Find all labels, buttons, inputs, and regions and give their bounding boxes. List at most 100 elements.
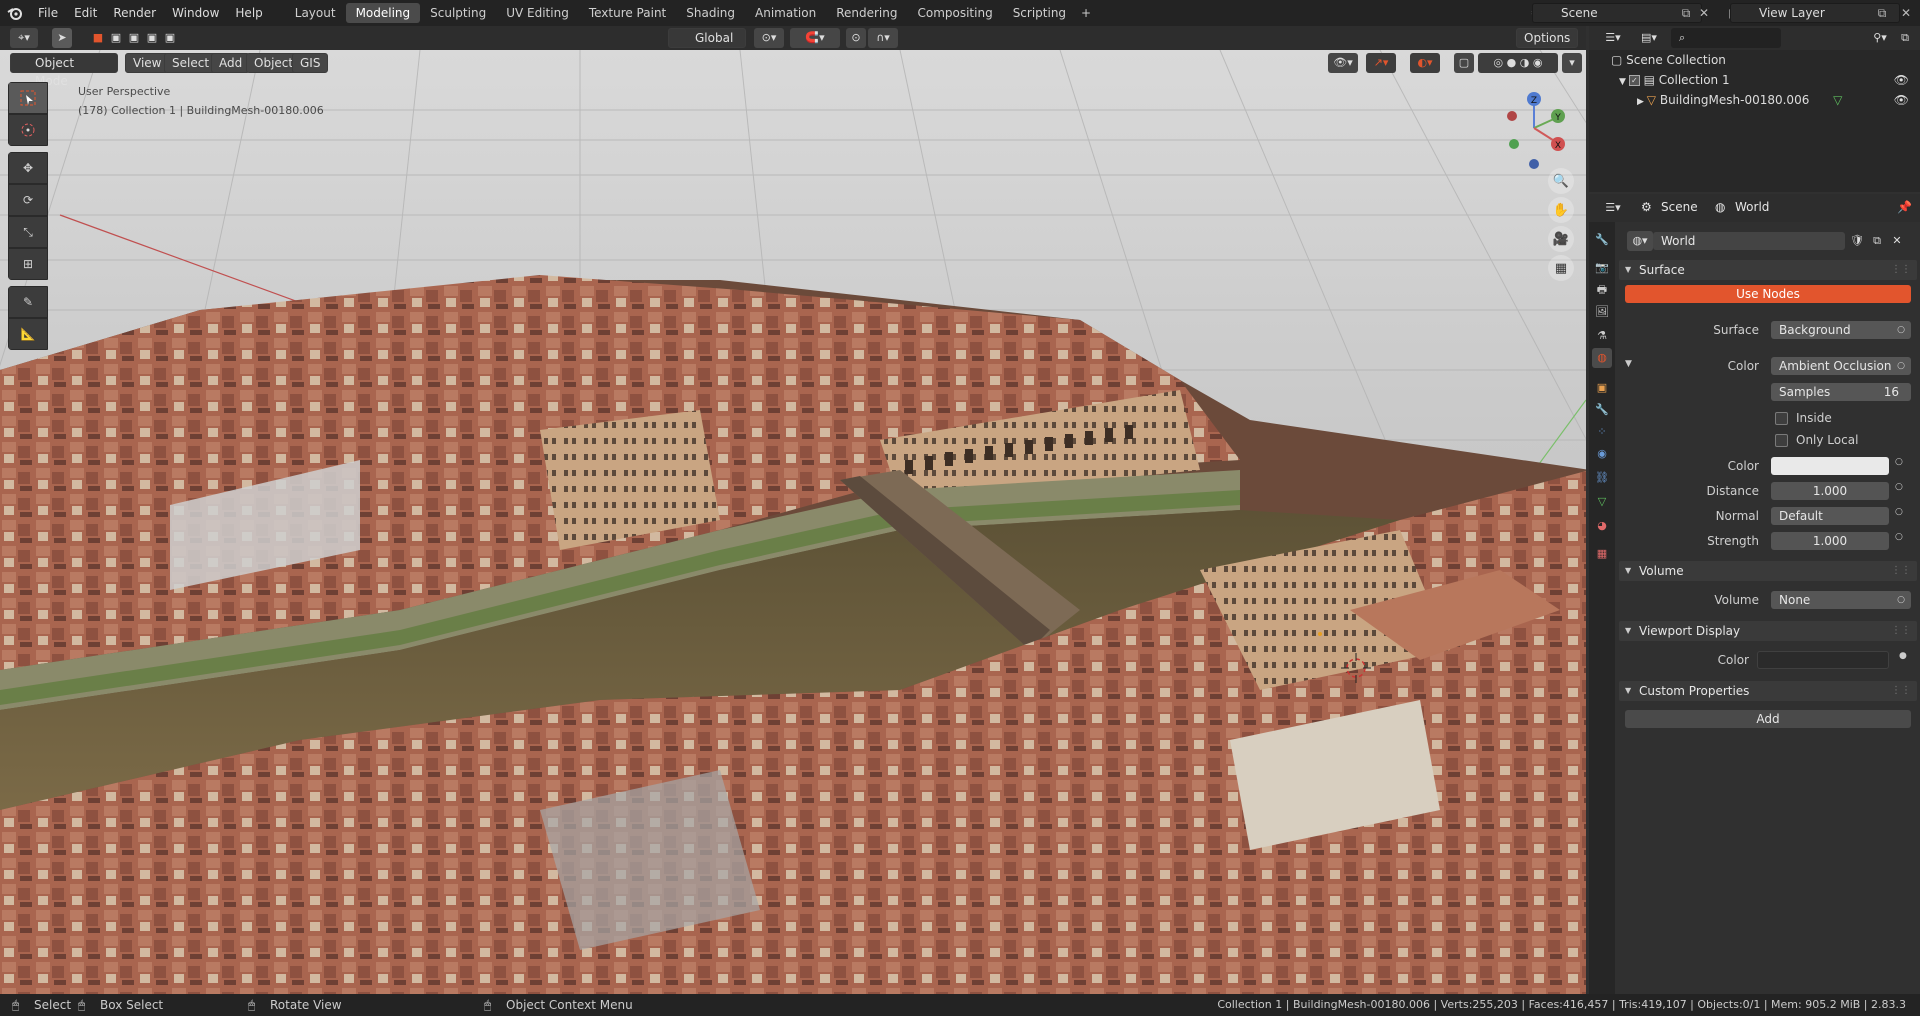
- tab-modifier-icon[interactable]: 🔧: [1592, 400, 1612, 420]
- menu-view[interactable]: View: [125, 53, 170, 73]
- distance-field[interactable]: 1.000: [1771, 482, 1889, 500]
- perspective-toggle-icon[interactable]: ▦: [1548, 255, 1574, 281]
- properties-editor-icon[interactable]: ☰▾: [1599, 198, 1627, 218]
- vd-color-dot-icon[interactable]: ●: [1899, 651, 1907, 661]
- tab-output-icon[interactable]: 🖶: [1592, 280, 1612, 300]
- scale-tool-icon[interactable]: ⤡: [8, 216, 48, 248]
- outliner-editor-icon[interactable]: ☰▾: [1599, 28, 1627, 48]
- menu-file[interactable]: File: [30, 0, 66, 26]
- delete-scene-icon[interactable]: ✕: [1694, 3, 1714, 23]
- outliner-object-row[interactable]: ▶ ▽ BuildingMesh-00180.006 ▽ 👁: [1637, 90, 1909, 110]
- color-socket-icon[interactable]: ○: [1895, 457, 1903, 467]
- tab-material-icon[interactable]: ◕: [1592, 516, 1612, 536]
- normal-socket-icon[interactable]: ○: [1895, 507, 1903, 517]
- tab-view-layer-icon[interactable]: 🖼: [1592, 302, 1612, 322]
- measure-tool-icon[interactable]: 📐: [8, 318, 48, 350]
- tab-sculpting[interactable]: Sculpting: [420, 3, 496, 23]
- tab-world-icon[interactable]: ◍: [1592, 348, 1612, 368]
- collection-visibility-icon[interactable]: 👁: [1894, 70, 1909, 90]
- menu-window[interactable]: Window: [164, 0, 227, 26]
- object-visibility-icon[interactable]: 👁: [1894, 90, 1909, 110]
- cursor-tool-icon[interactable]: [8, 114, 48, 146]
- include-checkbox[interactable]: ✓: [1628, 75, 1640, 86]
- select-mode-extend-icon[interactable]: ▣: [106, 28, 126, 48]
- volume-dropdown[interactable]: None ○: [1771, 591, 1911, 609]
- select-mode-intersect-icon[interactable]: ▣: [160, 28, 180, 48]
- transform-tool-icon[interactable]: ⊞: [8, 248, 48, 280]
- panel-grip-icon[interactable]: ⋮⋮: [1891, 260, 1911, 280]
- color-input-dropdown[interactable]: Ambient Occlusion ○: [1771, 357, 1911, 375]
- tab-render-icon[interactable]: 📷: [1592, 258, 1612, 278]
- panel-grip-icon[interactable]: ⋮⋮: [1891, 681, 1911, 701]
- move-tool-icon[interactable]: ✥: [8, 152, 48, 184]
- zoom-icon[interactable]: 🔍: [1548, 168, 1574, 194]
- annotate-tool-icon[interactable]: ✎: [8, 286, 48, 318]
- outliner-search-input[interactable]: ⌕: [1671, 28, 1781, 48]
- outliner-scene-collection[interactable]: ▢ Scene Collection: [1611, 50, 1726, 70]
- strength-field[interactable]: 1.000: [1771, 532, 1889, 550]
- tab-uv-editing[interactable]: UV Editing: [496, 3, 579, 23]
- custom-properties-panel-header[interactable]: ▼ Custom Properties ⋮⋮: [1619, 681, 1917, 701]
- new-view-layer-icon[interactable]: ⧉: [1872, 3, 1892, 23]
- transform-orientation-dropdown[interactable]: Global: [668, 28, 746, 48]
- add-property-button[interactable]: Add: [1625, 710, 1911, 728]
- unlink-world-icon[interactable]: ✕: [1887, 231, 1907, 251]
- expand-triangle-icon[interactable]: ▶: [1637, 97, 1647, 107]
- menu-select[interactable]: Select: [164, 53, 218, 73]
- filter-icon[interactable]: ⚲▾: [1865, 28, 1895, 48]
- samples-field[interactable]: Samples 16: [1771, 383, 1911, 401]
- tab-shading[interactable]: Shading: [676, 3, 745, 23]
- distance-socket-icon[interactable]: ○: [1895, 482, 1903, 492]
- tab-object-icon[interactable]: ▣: [1592, 378, 1612, 398]
- surface-panel-header[interactable]: ▼ Surface ⋮⋮: [1619, 260, 1917, 280]
- camera-view-icon[interactable]: 🎥: [1548, 226, 1574, 252]
- select-box-tool-icon[interactable]: [8, 82, 48, 114]
- options-dropdown[interactable]: Options: [1516, 28, 1579, 48]
- mesh-data-icon[interactable]: ▽: [1833, 93, 1842, 107]
- display-mode-icon[interactable]: ▤▾: [1635, 28, 1663, 48]
- tab-scene-icon[interactable]: ⚗: [1592, 326, 1612, 346]
- mode-dropdown[interactable]: Object Mode: [10, 53, 118, 88]
- outliner-collection-row[interactable]: ▼ ✓ ▤ Collection 1 👁: [1619, 70, 1909, 90]
- tab-scripting[interactable]: Scripting: [1003, 3, 1076, 23]
- select-mode-invert-icon[interactable]: ▣: [142, 28, 162, 48]
- editor-type-icon[interactable]: ⌖▾: [10, 28, 38, 48]
- expand-triangle-icon[interactable]: ▼: [1619, 77, 1629, 87]
- world-browse-icon[interactable]: ◍▾: [1627, 231, 1653, 251]
- menu-help[interactable]: Help: [227, 0, 270, 26]
- volume-panel-header[interactable]: ▼ Volume ⋮⋮: [1619, 561, 1917, 581]
- tab-compositing[interactable]: Compositing: [907, 3, 1002, 23]
- pin-icon[interactable]: 📌: [1897, 200, 1912, 214]
- new-scene-icon[interactable]: ⧉: [1676, 3, 1696, 23]
- normal-dropdown[interactable]: Default: [1771, 507, 1889, 525]
- pan-hand-icon[interactable]: ✋: [1548, 197, 1574, 223]
- strength-socket-icon[interactable]: ○: [1895, 532, 1903, 542]
- delete-view-layer-icon[interactable]: ✕: [1896, 3, 1916, 23]
- proportional-falloff-icon[interactable]: ∩▾: [868, 28, 898, 48]
- tab-modeling[interactable]: Modeling: [345, 3, 421, 23]
- new-world-icon[interactable]: ⧉: [1867, 231, 1887, 251]
- gizmo-toggle-icon[interactable]: ↗▾: [1366, 53, 1396, 73]
- ao-color-swatch[interactable]: [1771, 457, 1889, 475]
- menu-edit[interactable]: Edit: [66, 0, 105, 26]
- new-collection-icon[interactable]: ⧉: [1895, 28, 1915, 48]
- tab-layout[interactable]: Layout: [285, 3, 346, 23]
- menu-add[interactable]: Add: [211, 53, 251, 73]
- select-mode-subtract-icon[interactable]: ▣: [124, 28, 144, 48]
- panel-grip-icon[interactable]: ⋮⋮: [1891, 621, 1911, 641]
- tab-particles-icon[interactable]: ⁘: [1592, 422, 1612, 442]
- surface-dropdown[interactable]: Background ○: [1771, 321, 1911, 339]
- fake-user-icon[interactable]: 🛡: [1847, 231, 1867, 251]
- viewport-display-panel-header[interactable]: ▼ Viewport Display ⋮⋮: [1619, 621, 1917, 641]
- shading-options-icon[interactable]: ▾: [1562, 53, 1582, 73]
- world-name-field[interactable]: World: [1653, 232, 1845, 250]
- rotate-tool-icon[interactable]: ⟳: [8, 184, 48, 216]
- visibility-icon[interactable]: 👁▾: [1328, 53, 1358, 73]
- tab-physics-icon[interactable]: ◉: [1592, 444, 1612, 464]
- select-tool-icon[interactable]: ➤: [52, 28, 72, 48]
- vd-color-swatch[interactable]: [1757, 651, 1889, 669]
- xray-icon[interactable]: ▢: [1454, 53, 1474, 73]
- menu-render[interactable]: Render: [105, 0, 164, 26]
- shading-modes[interactable]: ◎ ● ◑ ◉: [1478, 53, 1558, 73]
- 3d-viewport[interactable]: Object Mode View Select Add Object GIS 👁…: [0, 50, 1586, 994]
